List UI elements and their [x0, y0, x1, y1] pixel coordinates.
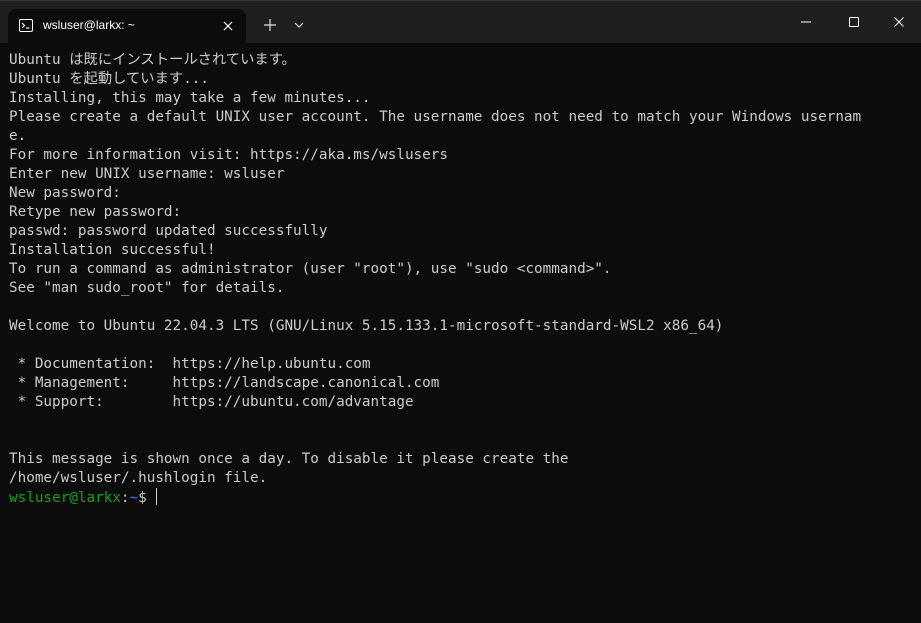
- output-line: Enter new UNIX username: wsluser: [9, 166, 285, 182]
- tab-active[interactable]: wsluser@larkx: ~: [8, 9, 246, 43]
- title-bar[interactable]: wsluser@larkx: ~: [0, 1, 921, 43]
- minimize-icon: [801, 21, 811, 23]
- output-line: See "man sudo_root" for details.: [9, 280, 285, 296]
- close-button[interactable]: [876, 7, 921, 37]
- prompt-user-host: wsluser@larkx: [9, 490, 121, 506]
- chevron-down-icon[interactable]: [292, 18, 306, 32]
- output-line: Please create a default UNIX user accoun…: [9, 109, 862, 125]
- output-line: Ubuntu は既にインストールされています。: [9, 52, 296, 68]
- output-line: Installing, this may take a few minutes.…: [9, 90, 371, 106]
- tab-title: wsluser@larkx: ~: [43, 18, 135, 32]
- prompt-symbol: $: [138, 490, 147, 506]
- tab-close-icon[interactable]: [219, 17, 237, 35]
- output-line: Welcome to Ubuntu 22.04.3 LTS (GNU/Linux…: [9, 318, 724, 334]
- prompt-path: ~: [129, 490, 139, 506]
- output-line: To run a command as administrator (user …: [9, 261, 612, 277]
- close-icon: [894, 17, 904, 27]
- output-line: Ubuntu を起動しています...: [9, 71, 210, 87]
- prompt-line[interactable]: wsluser@larkx:~$: [9, 488, 914, 507]
- output-line: * Management: https://landscape.canonica…: [9, 375, 440, 391]
- minimize-button[interactable]: [783, 7, 829, 37]
- output-line: New password:: [9, 185, 121, 201]
- output-line: Installation successful!: [9, 242, 216, 258]
- plus-icon[interactable]: [259, 14, 281, 36]
- output-line: * Documentation: https://help.ubuntu.com: [9, 356, 371, 372]
- text-cursor: [155, 488, 157, 505]
- maximize-button[interactable]: [831, 7, 877, 37]
- output-line: Retype new password:: [9, 204, 182, 220]
- terminal-output[interactable]: Ubuntu は既にインストールされています。 Ubuntu を起動しています.…: [9, 51, 914, 616]
- output-line: For more information visit: https://aka.…: [9, 147, 448, 163]
- terminal-icon: [19, 19, 33, 32]
- output-line: passwd: password updated successfully: [9, 223, 328, 239]
- output-line: e.: [9, 128, 27, 144]
- output-line: This message is shown once a day. To dis…: [9, 451, 569, 467]
- output-line: /home/wsluser/.hushlogin file.: [9, 470, 268, 486]
- prompt-separator: :: [120, 490, 130, 506]
- maximize-icon: [849, 17, 859, 27]
- terminal-window: wsluser@larkx: ~ Ubuntu は既にインストールされています。…: [0, 0, 921, 623]
- output-line: * Support: https://ubuntu.com/advantage: [9, 394, 414, 410]
